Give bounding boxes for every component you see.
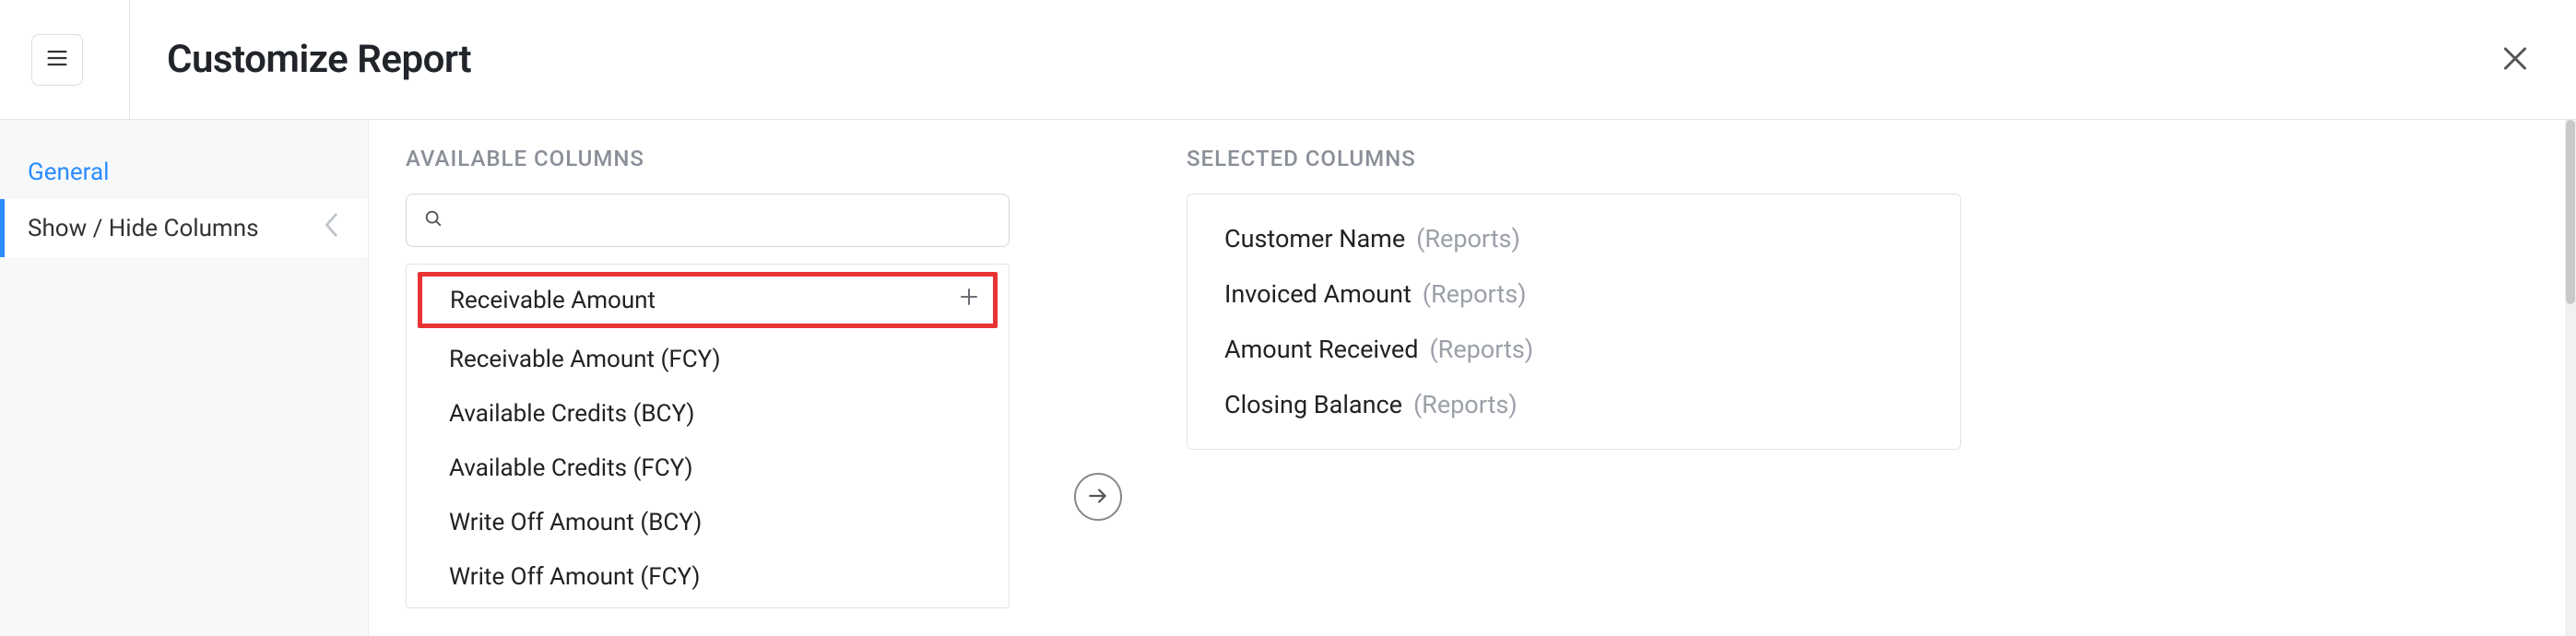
close-icon [2499, 64, 2532, 77]
available-column-item[interactable]: Available Credits (FCY) [407, 441, 1009, 495]
available-column-label: Available Credits (FCY) [449, 454, 693, 482]
arrow-right-icon [1086, 484, 1110, 511]
header-divider [129, 0, 130, 120]
close-button[interactable] [2491, 34, 2539, 85]
search-icon [423, 208, 443, 232]
selected-column-label: Closing Balance [1224, 390, 1402, 419]
selected-column-source: (Reports) [1423, 279, 1527, 309]
available-column-item[interactable]: Write Off Amount (BCY) [407, 495, 1009, 549]
selected-column-label: Customer Name [1224, 224, 1405, 253]
selected-column-item[interactable]: Customer Name (Reports) [1188, 211, 1960, 266]
available-columns-panel: AVAILABLE COLUMNS Receivable Amount [406, 146, 1010, 608]
selected-column-source: (Reports) [1416, 224, 1520, 253]
sidebar-item-show-hide-columns[interactable]: Show / Hide Columns [0, 199, 368, 257]
search-field-wrap[interactable] [406, 194, 1010, 247]
available-column-label: Available Credits (BCY) [449, 400, 694, 428]
scrollbar-thumb[interactable] [2566, 120, 2575, 304]
selected-columns-list: Customer Name (Reports) Invoiced Amount … [1187, 194, 1961, 450]
available-column-item[interactable]: Write Off Amount (FCY) [407, 549, 1009, 604]
available-column-label: Write Off Amount (FCY) [449, 563, 700, 591]
selected-column-item[interactable]: Invoiced Amount (Reports) [1188, 266, 1960, 322]
sidebar-item-label: General [28, 159, 109, 186]
selected-column-label: Amount Received [1224, 335, 1418, 364]
chevron-left-icon [324, 212, 340, 244]
available-column-item[interactable]: Available Credits (BCY) [407, 386, 1009, 441]
scrollbar[interactable] [2565, 120, 2576, 636]
move-right-button[interactable] [1074, 473, 1122, 521]
available-columns-heading: AVAILABLE COLUMNS [406, 146, 1010, 171]
available-column-label: Write Off Amount (BCY) [449, 509, 702, 536]
sidebar-item-label: Show / Hide Columns [28, 215, 259, 242]
plus-icon[interactable] [958, 286, 980, 314]
page-title: Customize Report [167, 37, 471, 82]
search-input[interactable] [456, 207, 992, 233]
available-columns-list: Receivable Amount Receivable Amount (FCY… [406, 264, 1010, 608]
selected-column-item[interactable]: Amount Received (Reports) [1188, 322, 1960, 377]
selected-column-source: (Reports) [1429, 335, 1533, 364]
available-column-label: Receivable Amount (FCY) [449, 346, 721, 373]
selected-column-source: (Reports) [1413, 390, 1518, 419]
hamburger-icon [44, 45, 70, 74]
sidebar-item-general[interactable]: General [0, 146, 368, 199]
available-column-item[interactable]: Receivable Amount [418, 272, 998, 328]
selected-columns-heading: SELECTED COLUMNS [1187, 146, 1961, 171]
settings-sidebar: General Show / Hide Columns [0, 120, 369, 636]
selected-column-label: Invoiced Amount [1224, 279, 1412, 309]
hamburger-menu-button[interactable] [31, 34, 83, 86]
header-bar: Customize Report [0, 0, 2576, 120]
selected-column-item[interactable]: Closing Balance (Reports) [1188, 377, 1960, 432]
selected-columns-panel: SELECTED COLUMNS Customer Name (Reports)… [1187, 146, 1961, 450]
available-column-item[interactable]: Receivable Amount (FCY) [407, 332, 1009, 386]
available-column-label: Receivable Amount [450, 287, 656, 314]
